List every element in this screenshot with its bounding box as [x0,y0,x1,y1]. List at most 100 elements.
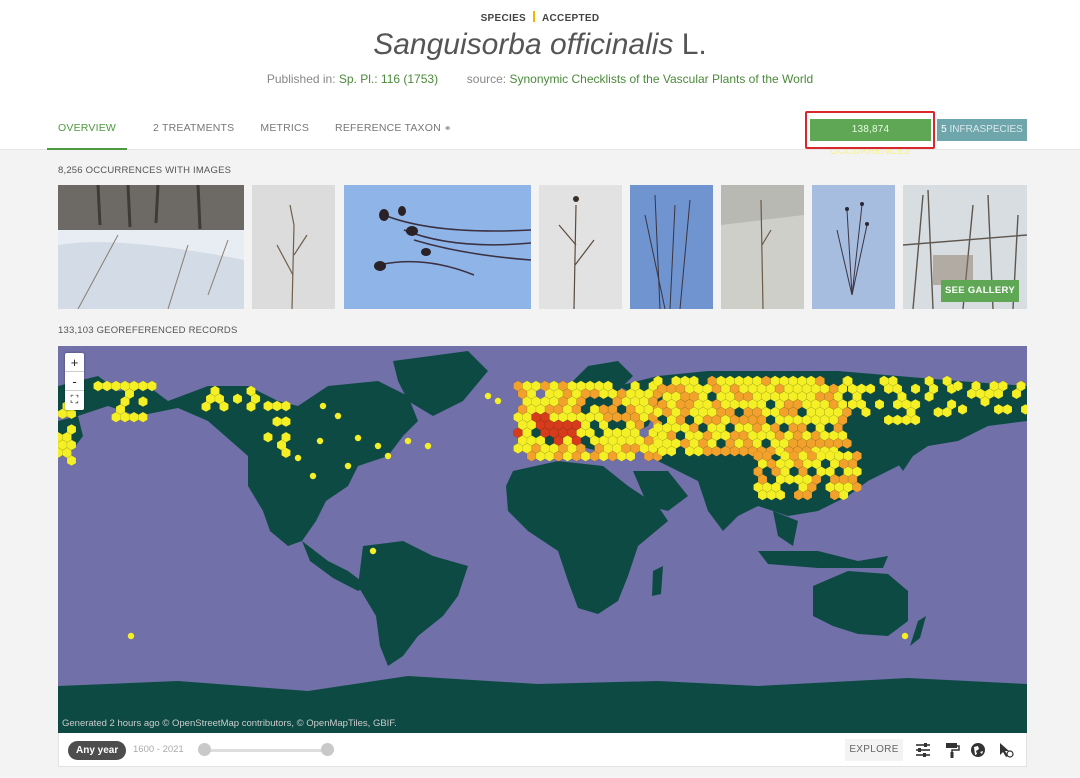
density-hex [842,437,852,449]
gallery-thumbnail[interactable] [344,185,531,309]
zoom-out-button[interactable]: - [65,372,84,391]
globe-icon[interactable] [969,741,987,759]
pointer-icon[interactable] [997,741,1015,759]
density-hex [711,445,722,457]
density-hex [766,489,777,501]
year-slider-end-handle[interactable] [321,743,334,756]
density-hex [571,450,582,462]
density-hex [802,489,813,501]
gallery-section-label: 8,256 OCCURRENCES WITH IMAGES [58,165,232,176]
link-icon: ⚭ [443,123,452,133]
density-hex [942,406,952,418]
any-year-button[interactable]: Any year [68,741,127,760]
map-section-label: 133,103 GEOREFERENCED RECORDS [58,325,238,336]
density-hex [684,445,695,457]
species-title: Sanguisorba officinalis L. [0,28,1080,62]
density-hex [246,401,256,413]
density-hex [580,450,591,462]
taxon-status-line: SPECIES ACCEPTED [0,11,1080,24]
source-link[interactable]: Synonymic Checklists of the Vascular Pla… [509,72,813,86]
density-hex [281,400,291,412]
gallery-thumbnail[interactable]: SEE GALLERY [903,185,1027,309]
density-hex [138,396,148,408]
density-hex [910,383,921,395]
density-hex [865,383,876,395]
density-hex [874,398,885,410]
density-hex [993,388,1004,400]
density-hex [657,445,668,457]
status-separator [533,11,536,22]
tab-overview-label: OVERVIEW [58,122,117,134]
gallery-thumbnail[interactable] [252,185,335,309]
status-label: ACCEPTED [542,13,600,24]
gallery-thumbnail[interactable] [630,185,713,309]
gallery-thumbnail[interactable] [58,185,244,309]
density-hex [757,489,768,501]
fullscreen-icon[interactable]: ⛶ [65,391,84,410]
density-hex [838,489,849,501]
tab-reference-taxon[interactable]: REFERENCE TAXON ⚭ [335,122,452,150]
density-hex [553,450,564,462]
occurrence-point [294,454,302,462]
tab-treatments[interactable]: 2 TREATMENTS [153,122,234,150]
density-hex [263,400,273,412]
density-hex [598,388,609,400]
density-hex [784,473,795,485]
density-hex [93,380,103,392]
source-label: source: [466,72,507,86]
density-hex [720,445,731,457]
density-hex [993,403,1004,415]
zoom-in-button[interactable]: + [65,353,84,372]
density-hex [901,414,912,426]
rank-label: SPECIES [480,13,527,24]
density-hex [562,450,573,462]
species-header: SPECIES ACCEPTED Sanguisorba officinalis … [0,0,1080,157]
density-hex [910,414,921,426]
density-hex [643,450,654,462]
occurrence-map[interactable]: + - ⛶ Generated 2 hours ago © OpenStreet… [58,346,1027,733]
occurrence-point [374,442,382,450]
occurrence-point [127,632,135,640]
filter-icon[interactable] [914,741,932,759]
explore-button[interactable]: EXPLORE [845,739,903,761]
density-hex [544,450,555,462]
gallery-thumbnail[interactable] [721,185,804,309]
density-hex [883,383,894,395]
see-gallery-button[interactable]: SEE GALLERY [941,280,1019,302]
occurrence-point [369,547,377,555]
infraspecies-label: INFRASPECIES [949,124,1023,135]
density-hex [980,396,990,408]
paint-roller-icon[interactable] [943,741,961,759]
infraspecies-button[interactable]: 5 INFRASPECIES [937,119,1027,141]
density-hex [892,414,903,426]
density-hex [598,450,609,462]
density-hex [607,450,618,462]
year-range-label: 1600 - 2021 [133,744,184,755]
density-hex [693,445,704,457]
tab-metrics-label: METRICS [260,122,310,134]
density-hex [953,380,963,392]
tab-metrics[interactable]: METRICS [260,122,309,150]
occurrence-point [344,462,352,470]
density-hex [729,445,740,457]
density-hex [589,450,600,462]
density-hex [702,445,713,457]
density-hex [738,445,749,457]
density-hex [138,380,148,392]
density-hex [775,489,786,501]
year-slider-track[interactable] [204,749,334,752]
tab-treatments-label: 2 TREATMENTS [153,122,235,134]
map-attribution: Generated 2 hours ago © OpenStreetMap co… [62,718,397,729]
density-hex [653,406,663,418]
density-hex [847,398,858,410]
density-hex [924,391,934,403]
gallery-thumbnail[interactable] [812,185,895,309]
density-hex [272,400,282,412]
density-hex [526,450,537,462]
map-toolbar: Any year 1600 - 2021 EXPLORE [58,733,1027,767]
tab-overview[interactable]: OVERVIEW [47,122,128,150]
gallery-thumbnail[interactable] [539,185,622,309]
density-hex [1011,388,1022,400]
year-slider-start-handle[interactable] [198,743,211,756]
published-link[interactable]: Sp. Pl.: 116 (1753) [339,72,438,86]
